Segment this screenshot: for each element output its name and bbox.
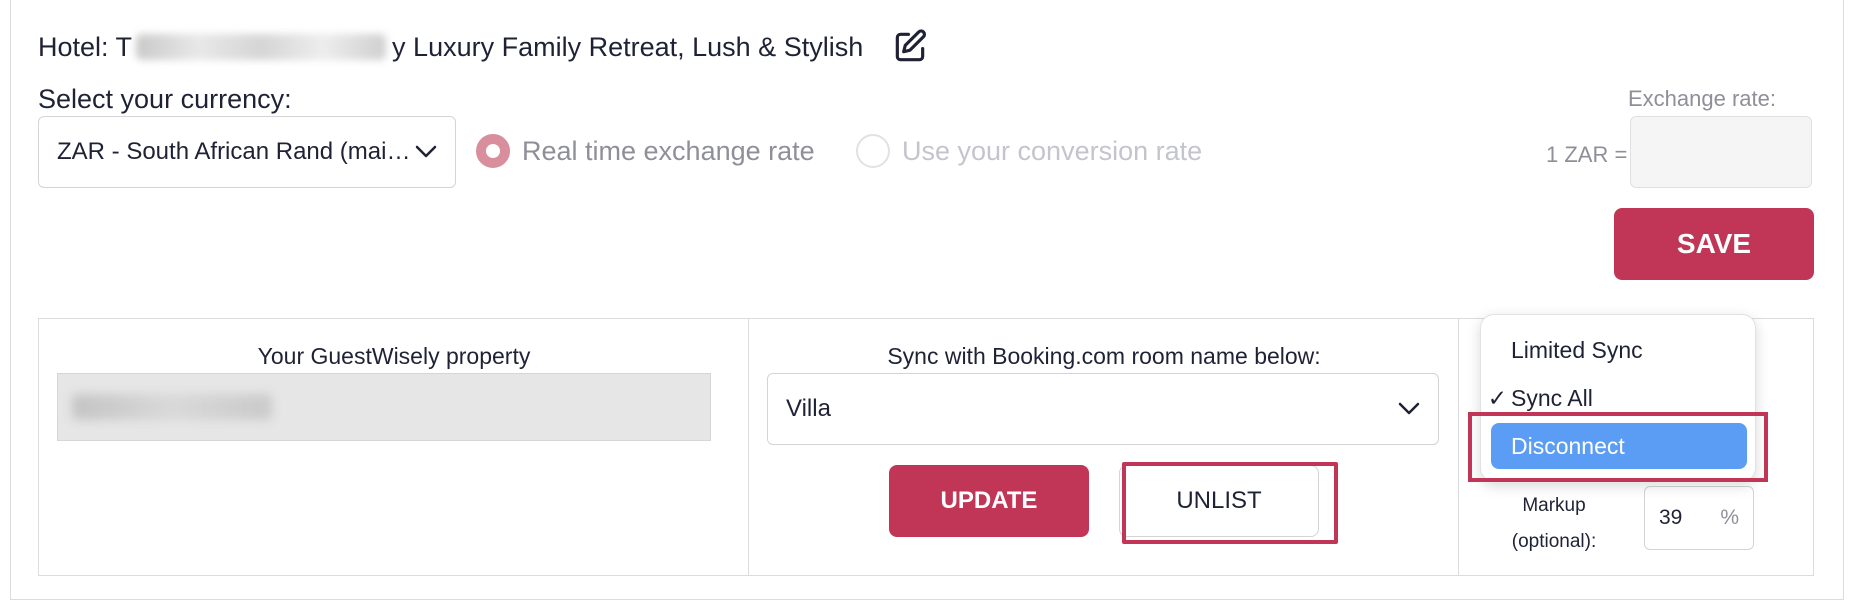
markup-value: 39 [1659,506,1683,529]
save-button[interactable]: SAVE [1614,208,1814,280]
menu-item-disconnect[interactable]: Disconnect [1491,423,1747,469]
menu-item-label: Disconnect [1511,432,1625,459]
property-name-field [57,373,711,441]
currency-select[interactable]: ZAR - South African Rand (mai… [38,116,456,188]
sync-label: Sync with Booking.com room name below: [887,343,1321,369]
chevron-down-icon [1398,402,1420,415]
redacted-hotel-name [136,34,387,60]
radio-custom-label: Use your conversion rate [902,135,1203,166]
markup-label-line1: Markup [1522,495,1586,516]
markup-unit: % [1720,506,1739,529]
room-selected-value: Villa [786,395,831,422]
update-button[interactable]: UPDATE [889,465,1089,537]
radio-custom[interactable] [856,134,890,168]
menu-item-limited-sync[interactable]: Limited Sync [1481,327,1757,373]
menu-item-label: Limited Sync [1511,336,1643,363]
markup-label-line2: (optional): [1511,531,1597,552]
sync-mode-menu: Limited Sync ✓ Sync All Disconnect [1480,314,1756,482]
radio-custom-option[interactable]: Use your conversion rate [856,134,1202,168]
checkmark-icon: ✓ [1487,384,1507,411]
exchange-rate-input[interactable] [1630,116,1812,188]
hotel-title-row: Hotel: T y Luxury Family Retreat, Lush &… [38,28,929,66]
property-column: Your GuestWisely property [39,319,749,575]
currency-label: Select your currency: [38,84,292,114]
unlist-button[interactable]: UNLIST [1119,465,1319,537]
redacted-property-name [72,394,272,420]
edit-icon[interactable] [891,28,929,66]
radio-realtime-option[interactable]: Real time exchange rate [476,134,815,168]
exchange-rate-label: Exchange rate: [1628,86,1776,111]
exchange-rate-prefix: 1 ZAR = [1546,142,1628,167]
chevron-down-icon [415,145,437,158]
markup-input[interactable]: 39 % [1644,486,1754,550]
hotel-name: y Luxury Family Retreat, Lush & Stylish [392,31,864,62]
property-label: Your GuestWisely property [257,343,531,369]
menu-item-label: Sync All [1511,384,1593,411]
radio-realtime[interactable] [476,134,510,168]
currency-selected-value: ZAR - South African Rand (mai… [57,138,411,165]
hotel-prefix: Hotel: T [38,31,133,62]
radio-realtime-label: Real time exchange rate [522,135,815,166]
sync-column: Sync with Booking.com room name below: V… [749,319,1459,575]
room-select[interactable]: Villa [767,373,1439,445]
markup-label: Markup (optional): [1508,488,1600,560]
menu-item-sync-all[interactable]: ✓ Sync All [1481,375,1757,421]
